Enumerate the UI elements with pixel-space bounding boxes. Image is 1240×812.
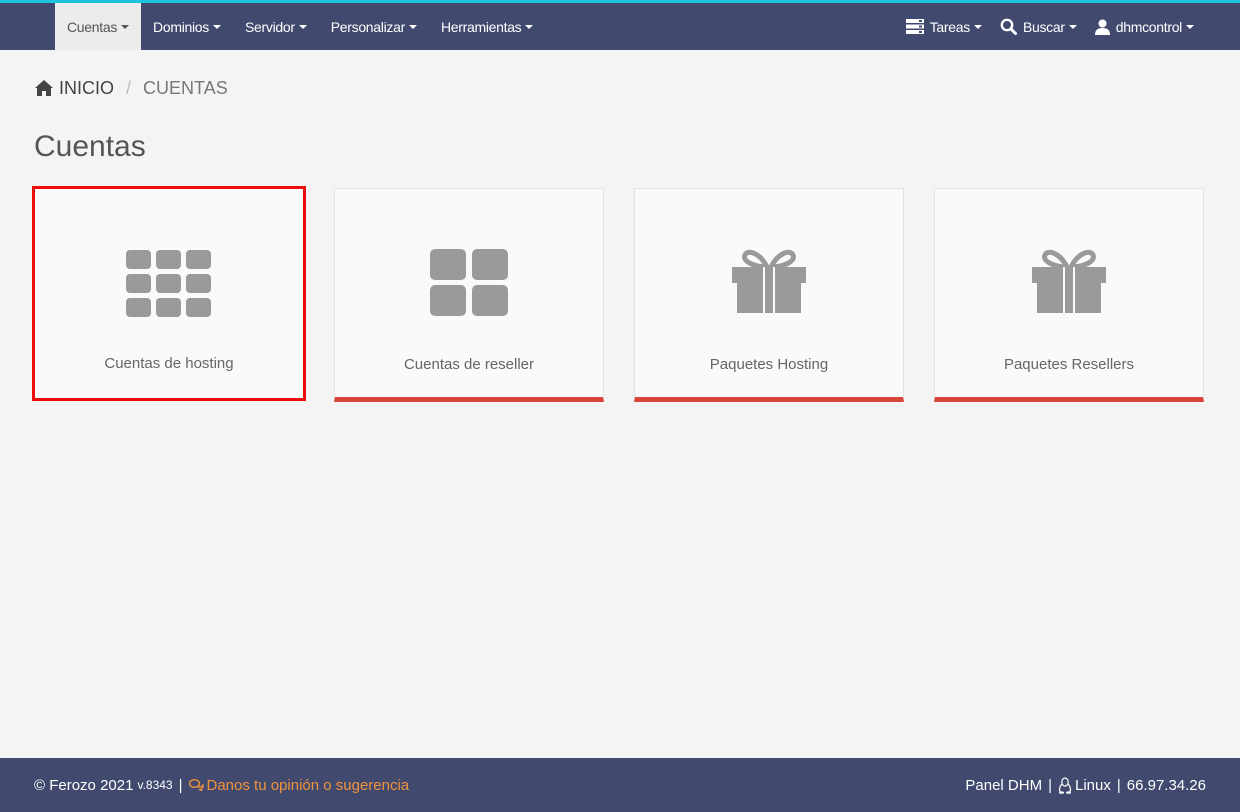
menu-servidor-label: Servidor bbox=[245, 18, 295, 35]
card-label: Paquetes Hosting bbox=[709, 356, 829, 373]
caret-down-icon bbox=[973, 24, 982, 29]
card-cuentas-de-reseller[interactable]: Cuentas de reseller bbox=[334, 188, 604, 402]
panel-name: Panel DHM bbox=[965, 776, 1043, 794]
tasks-label: Tareas bbox=[929, 18, 971, 35]
copyright-text: © Ferozo 2021 bbox=[34, 776, 134, 794]
card-label: Cuentas de hosting bbox=[104, 355, 234, 372]
menu-cuentas-label: Cuentas bbox=[67, 18, 118, 35]
breadcrumb-separator: / bbox=[126, 77, 132, 98]
gift-icon bbox=[935, 249, 1203, 319]
menu-dominios[interactable]: Dominios bbox=[141, 3, 233, 50]
menu-cuentas[interactable]: Cuentas bbox=[55, 3, 142, 50]
gift-icon bbox=[635, 249, 903, 319]
user-menu: Tareas Buscar dhmcontrol bbox=[888, 3, 1194, 50]
menu-servidor[interactable]: Servidor bbox=[233, 3, 319, 50]
tasks-menu[interactable]: Tareas bbox=[905, 18, 982, 35]
home-icon bbox=[35, 80, 53, 96]
th-grid-icon bbox=[35, 250, 303, 320]
account-menu[interactable]: dhmcontrol bbox=[1094, 18, 1194, 35]
menu-personalizar[interactable]: Personalizar bbox=[319, 3, 429, 50]
comments-icon bbox=[188, 779, 204, 791]
footer-separator: | bbox=[178, 776, 183, 794]
card-label: Cuentas de reseller bbox=[403, 356, 535, 373]
caret-down-icon bbox=[525, 24, 534, 29]
menu-herramientas[interactable]: Herramientas bbox=[429, 3, 545, 50]
footer-left: © Ferozo 2021 v.8343 | Danos tu opinión … bbox=[34, 758, 409, 812]
card-cuentas-de-hosting[interactable]: Cuentas de hosting bbox=[32, 186, 306, 401]
feedback-link-label: Danos tu opinión o sugerencia bbox=[206, 776, 410, 794]
tasks-icon bbox=[905, 19, 924, 34]
card-paquetes-resellers[interactable]: Paquetes Resellers bbox=[934, 188, 1204, 402]
caret-down-icon bbox=[213, 24, 221, 29]
linux-icon bbox=[1058, 776, 1072, 794]
footer-right: Panel DHM | Linux | 66.97.34.26 bbox=[965, 758, 1206, 812]
breadcrumb-current: CUENTAS bbox=[143, 77, 228, 98]
breadcrumb-home-link[interactable]: INICIO bbox=[59, 78, 114, 99]
th-large-icon bbox=[335, 249, 603, 319]
menu-personalizar-label: Personalizar bbox=[330, 18, 406, 35]
main-menu: Cuentas Dominios Servidor Personalizar H… bbox=[55, 3, 545, 50]
username-label: dhmcontrol bbox=[1115, 18, 1183, 35]
server-ip: 66.97.34.26 bbox=[1126, 776, 1206, 794]
menu-dominios-label: Dominios bbox=[153, 18, 209, 35]
caret-down-icon bbox=[121, 24, 130, 29]
footer-separator: | bbox=[1048, 776, 1052, 794]
caret-down-icon bbox=[1186, 24, 1194, 29]
breadcrumb: INICIO / CUENTAS bbox=[35, 76, 228, 100]
search-label: Buscar bbox=[1022, 18, 1065, 35]
footer: © Ferozo 2021 v.8343 | Danos tu opinión … bbox=[0, 758, 1240, 812]
caret-down-icon bbox=[298, 24, 307, 29]
top-navbar: Cuentas Dominios Servidor Personalizar H… bbox=[0, 3, 1240, 50]
version-text: v.8343 bbox=[137, 778, 173, 792]
caret-down-icon bbox=[1068, 24, 1077, 29]
feedback-link[interactable]: Danos tu opinión o sugerencia bbox=[188, 776, 410, 794]
card-paquetes-hosting[interactable]: Paquetes Hosting bbox=[634, 188, 904, 402]
card-label: Paquetes Resellers bbox=[1003, 356, 1135, 373]
menu-herramientas-label: Herramientas bbox=[440, 18, 522, 35]
search-icon bbox=[1000, 18, 1017, 35]
os-label: Linux bbox=[1074, 776, 1111, 794]
user-icon bbox=[1094, 19, 1110, 35]
caret-down-icon bbox=[408, 24, 417, 29]
footer-separator: | bbox=[1116, 776, 1121, 794]
page-title: Cuentas bbox=[34, 130, 146, 163]
search-menu[interactable]: Buscar bbox=[1000, 18, 1077, 35]
